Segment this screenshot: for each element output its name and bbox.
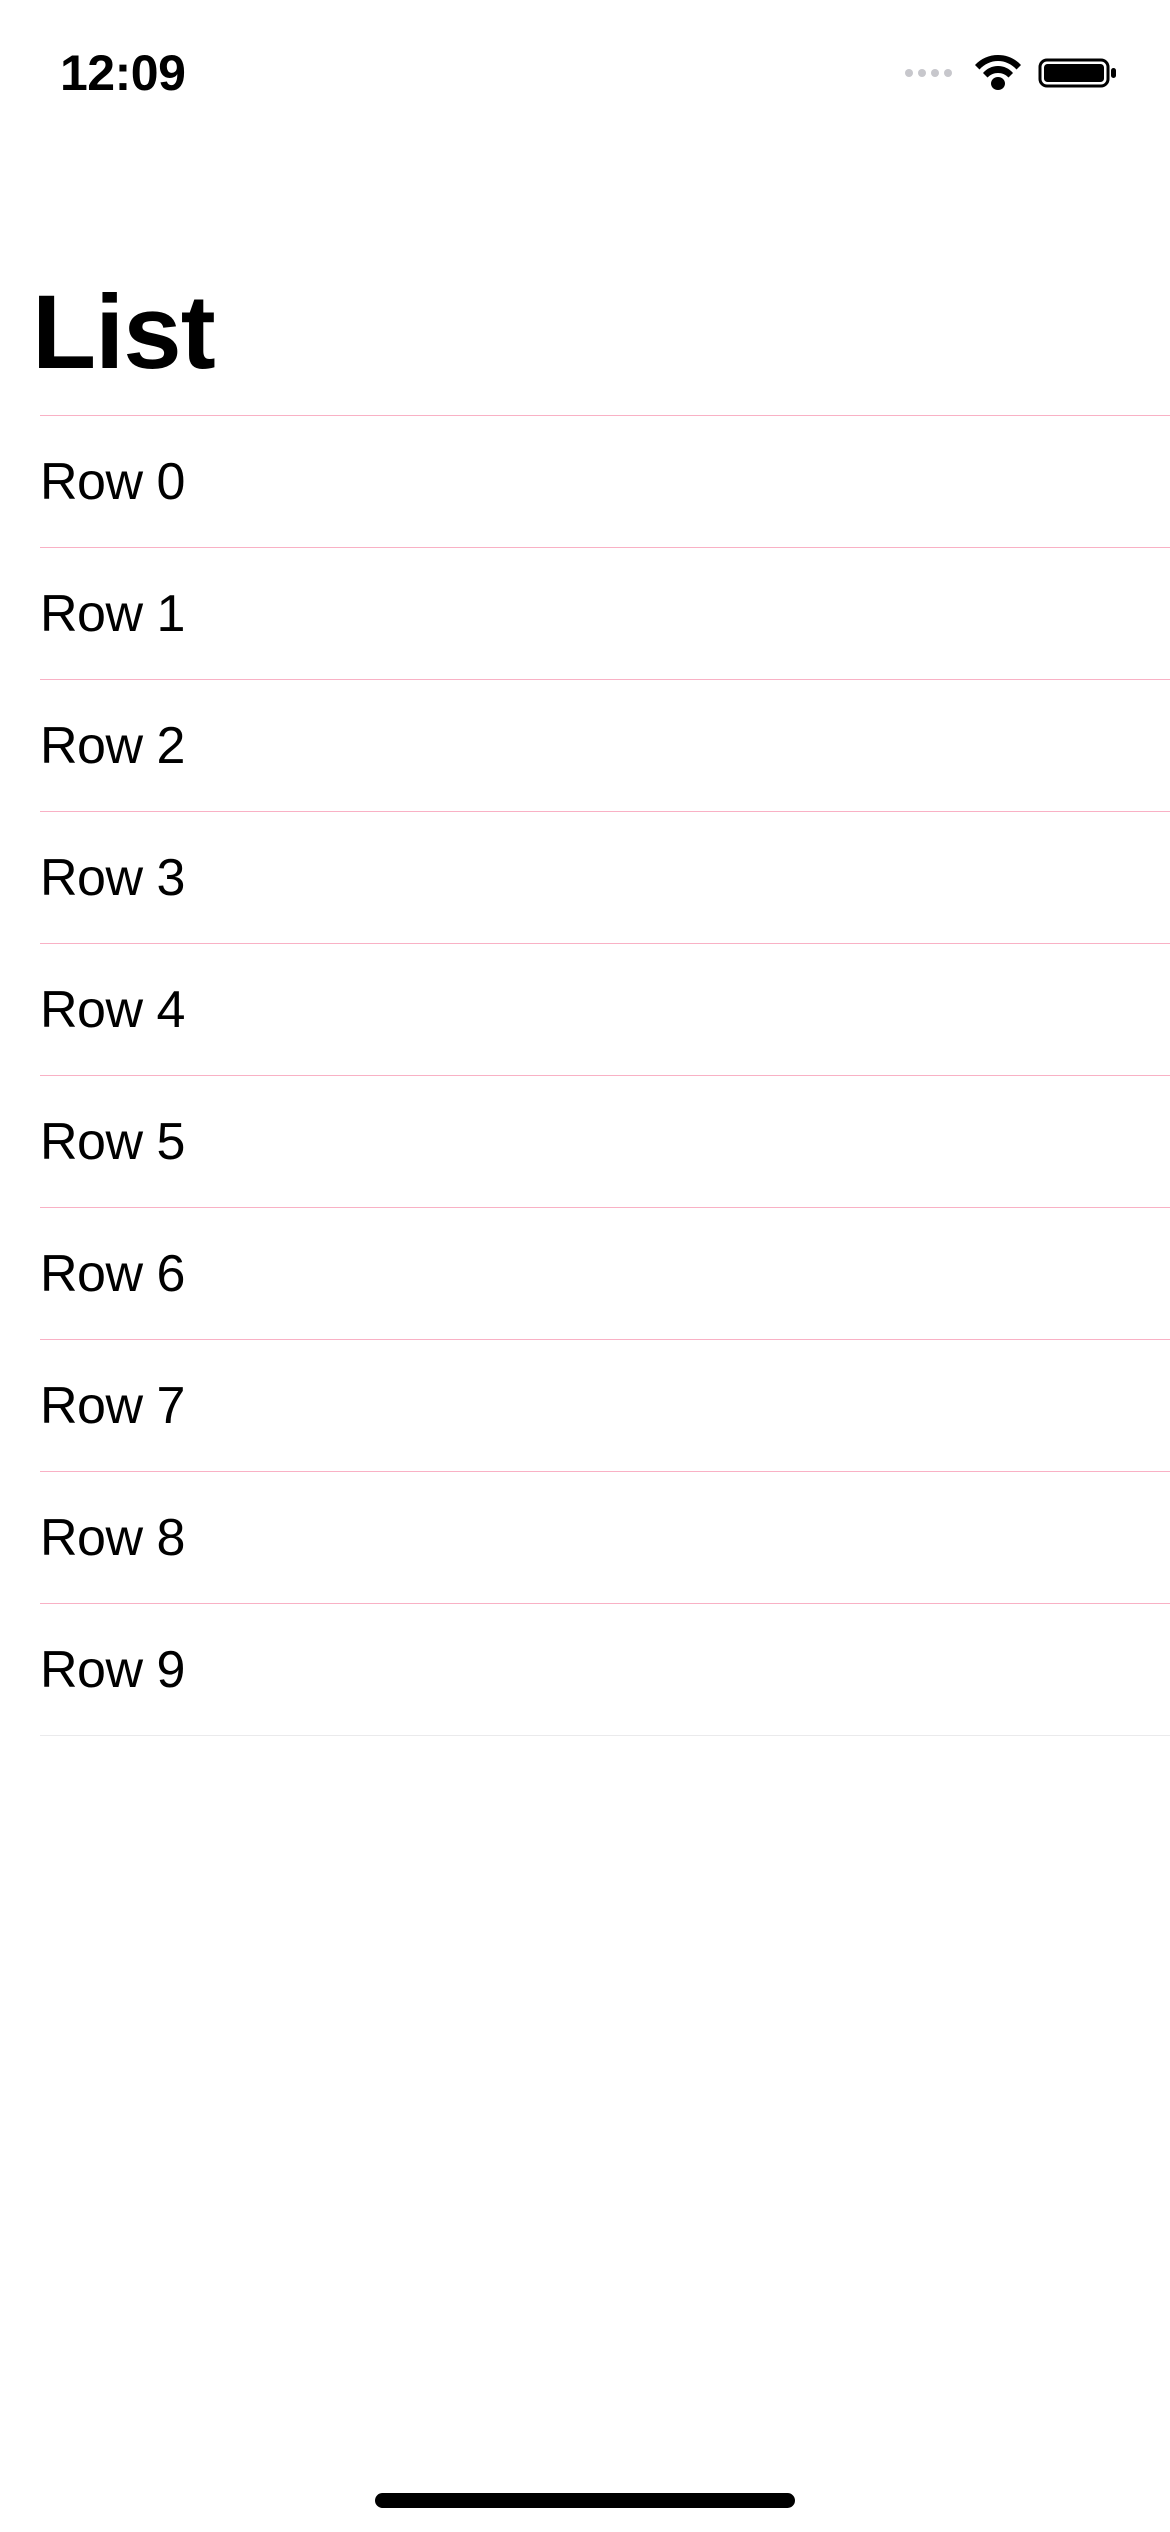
list-row[interactable]: Row 3 (40, 812, 1170, 944)
list-row[interactable]: Row 4 (40, 944, 1170, 1076)
home-indicator[interactable] (375, 2493, 795, 2508)
row-label: Row 3 (40, 848, 185, 908)
cellular-icon (905, 69, 952, 77)
status-bar: 12:09 (0, 0, 1170, 140)
battery-icon (1038, 54, 1120, 92)
page-title: List (0, 140, 1170, 415)
wifi-icon (972, 54, 1024, 92)
list[interactable]: Row 0 Row 1 Row 2 Row 3 Row 4 Row 5 Row … (40, 415, 1170, 1736)
row-label: Row 2 (40, 716, 185, 776)
row-label: Row 4 (40, 980, 185, 1040)
list-row[interactable]: Row 2 (40, 680, 1170, 812)
list-row[interactable]: Row 5 (40, 1076, 1170, 1208)
list-row[interactable]: Row 8 (40, 1472, 1170, 1604)
list-row[interactable]: Row 1 (40, 548, 1170, 680)
status-right-icons (905, 48, 1120, 92)
row-label: Row 1 (40, 584, 185, 644)
list-row[interactable]: Row 6 (40, 1208, 1170, 1340)
list-row[interactable]: Row 7 (40, 1340, 1170, 1472)
row-label: Row 7 (40, 1376, 185, 1436)
row-label: Row 0 (40, 452, 185, 512)
row-label: Row 5 (40, 1112, 185, 1172)
status-time: 12:09 (60, 38, 185, 102)
list-row[interactable]: Row 0 (40, 416, 1170, 548)
row-label: Row 9 (40, 1640, 185, 1700)
list-row[interactable]: Row 9 (40, 1604, 1170, 1736)
row-label: Row 8 (40, 1508, 185, 1568)
row-label: Row 6 (40, 1244, 185, 1304)
